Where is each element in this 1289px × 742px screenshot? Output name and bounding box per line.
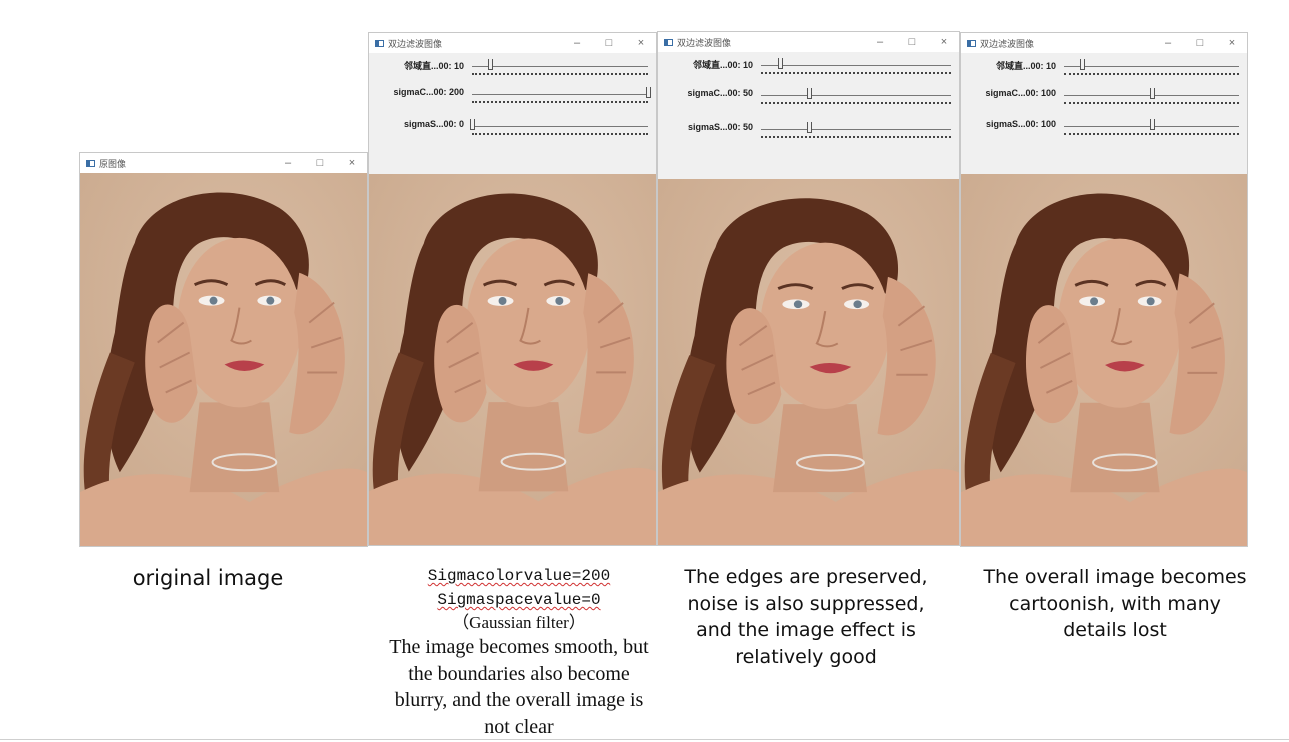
trackbar-thumb[interactable] bbox=[778, 58, 783, 69]
trackbar-thumb[interactable] bbox=[1149, 119, 1155, 130]
app-icon bbox=[967, 39, 976, 47]
trackbar-neighborhood[interactable]: 邻域直...00: 10 bbox=[658, 58, 959, 84]
window-title: 双边滤波图像 bbox=[980, 39, 1035, 50]
trackbar-label: 邻域直...00: 10 bbox=[692, 60, 753, 70]
maximize-icon[interactable]: □ bbox=[313, 153, 327, 173]
caption-body: The image becomes smooth, but the bounda… bbox=[389, 636, 649, 738]
neck bbox=[189, 402, 280, 493]
divider bbox=[0, 739, 1289, 740]
caption-cartoon: The overall image becomes cartoonish, wi… bbox=[983, 566, 1247, 641]
minimize-icon[interactable]: – bbox=[1161, 33, 1175, 53]
trackbar-label: 邻域直...00: 10 bbox=[403, 61, 464, 71]
filtered-image bbox=[369, 174, 656, 545]
minimize-icon[interactable]: – bbox=[281, 153, 295, 173]
trackbar-sigma-space[interactable]: sigmaS...00: 50 bbox=[658, 122, 959, 148]
close-icon[interactable]: × bbox=[634, 33, 648, 53]
title-bar: 双边滤波图像 – □ × bbox=[369, 33, 656, 53]
maximize-icon[interactable]: □ bbox=[905, 32, 919, 52]
title-bar: 原图像 – □ × bbox=[80, 153, 367, 173]
caption-gaussian: Sigmacolorvalue=200 Sigmaspacevalue=0 （G… bbox=[385, 564, 653, 740]
window-bilateral-2: 双边滤波图像 – □ × 邻域直...00: 10 sigmaC...00: 5… bbox=[657, 31, 960, 546]
trackbar-thumb[interactable] bbox=[1079, 59, 1085, 70]
trackbar-thumb[interactable] bbox=[806, 122, 812, 133]
trackbar-thumb[interactable] bbox=[470, 119, 475, 130]
trackbar-sigma-color[interactable]: sigmaC...00: 50 bbox=[658, 88, 959, 114]
neck bbox=[1070, 402, 1160, 493]
face bbox=[1058, 238, 1182, 408]
close-icon[interactable]: × bbox=[1225, 33, 1239, 53]
window-original: 原图像 – □ × bbox=[79, 152, 368, 547]
trackbar-sigma-color[interactable]: sigmaC...00: 200 bbox=[369, 87, 656, 113]
maximize-icon[interactable]: □ bbox=[602, 33, 616, 53]
title-bar: 双边滤波图像 – □ × bbox=[658, 32, 959, 52]
neck bbox=[772, 404, 868, 493]
close-icon[interactable]: × bbox=[937, 32, 951, 52]
trackbar-label: sigmaS...00: 0 bbox=[403, 119, 464, 129]
trackbar-label: sigmaS...00: 50 bbox=[687, 122, 753, 132]
trackbar-panel: 邻域直...00: 10 sigmaC...00: 100 sigmaS...0… bbox=[961, 53, 1247, 174]
trackbar-thumb[interactable] bbox=[1149, 88, 1155, 99]
trackbar-label: sigmaC...00: 100 bbox=[985, 88, 1056, 98]
caption-original: original image bbox=[132, 566, 284, 590]
app-icon bbox=[664, 38, 673, 46]
close-icon[interactable]: × bbox=[345, 153, 359, 173]
trackbar-panel: 邻域直...00: 10 sigmaC...00: 200 sigmaS...0… bbox=[369, 53, 656, 174]
caption-balanced: The edges are preserved, noise is also s… bbox=[684, 566, 928, 668]
window-bilateral-1: 双边滤波图像 – □ × 邻域直...00: 10 sigmaC...00: 2… bbox=[368, 32, 657, 546]
caption-line: （Gaussian filter） bbox=[452, 613, 586, 632]
window-title: 双边滤波图像 bbox=[388, 39, 443, 50]
window-title: 原图像 bbox=[99, 159, 127, 170]
trackbar-sigma-space[interactable]: sigmaS...00: 0 bbox=[369, 119, 656, 145]
neck bbox=[478, 402, 569, 492]
trackbar-thumb[interactable] bbox=[806, 88, 812, 99]
face bbox=[177, 237, 302, 408]
app-icon bbox=[375, 39, 384, 47]
filtered-image bbox=[658, 179, 959, 545]
caption-line: Sigmaspacevalue=0 bbox=[437, 591, 601, 609]
app-icon bbox=[86, 159, 95, 167]
trackbar-neighborhood[interactable]: 邻域直...00: 10 bbox=[369, 59, 656, 85]
trackbar-neighborhood[interactable]: 邻域直...00: 10 bbox=[961, 59, 1247, 85]
trackbar-sigma-space[interactable]: sigmaS...00: 100 bbox=[961, 119, 1247, 145]
caption-line: Sigmacolorvalue=200 bbox=[427, 567, 611, 585]
trackbar-panel: 邻域直...00: 10 sigmaC...00: 50 sigmaS...00… bbox=[658, 52, 959, 179]
trackbar-label: sigmaS...00: 100 bbox=[985, 119, 1056, 129]
face bbox=[466, 238, 591, 408]
minimize-icon[interactable]: – bbox=[570, 33, 584, 53]
minimize-icon[interactable]: – bbox=[873, 32, 887, 52]
trackbar-label: sigmaC...00: 50 bbox=[687, 88, 753, 98]
trackbar-thumb[interactable] bbox=[646, 87, 651, 98]
trackbar-label: 邻域直...00: 10 bbox=[995, 61, 1056, 71]
title-bar: 双边滤波图像 – □ × bbox=[961, 33, 1247, 53]
window-title: 双边滤波图像 bbox=[677, 38, 732, 49]
trackbar-sigma-color[interactable]: sigmaC...00: 100 bbox=[961, 88, 1247, 114]
trackbar-label: sigmaC...00: 200 bbox=[393, 87, 464, 97]
trackbar-thumb[interactable] bbox=[487, 59, 493, 70]
maximize-icon[interactable]: □ bbox=[1193, 33, 1207, 53]
portrait-image bbox=[80, 173, 367, 546]
window-bilateral-3: 双边滤波图像 – □ × 邻域直...00: 10 sigmaC...00: 1… bbox=[960, 32, 1248, 547]
filtered-image bbox=[961, 174, 1247, 546]
